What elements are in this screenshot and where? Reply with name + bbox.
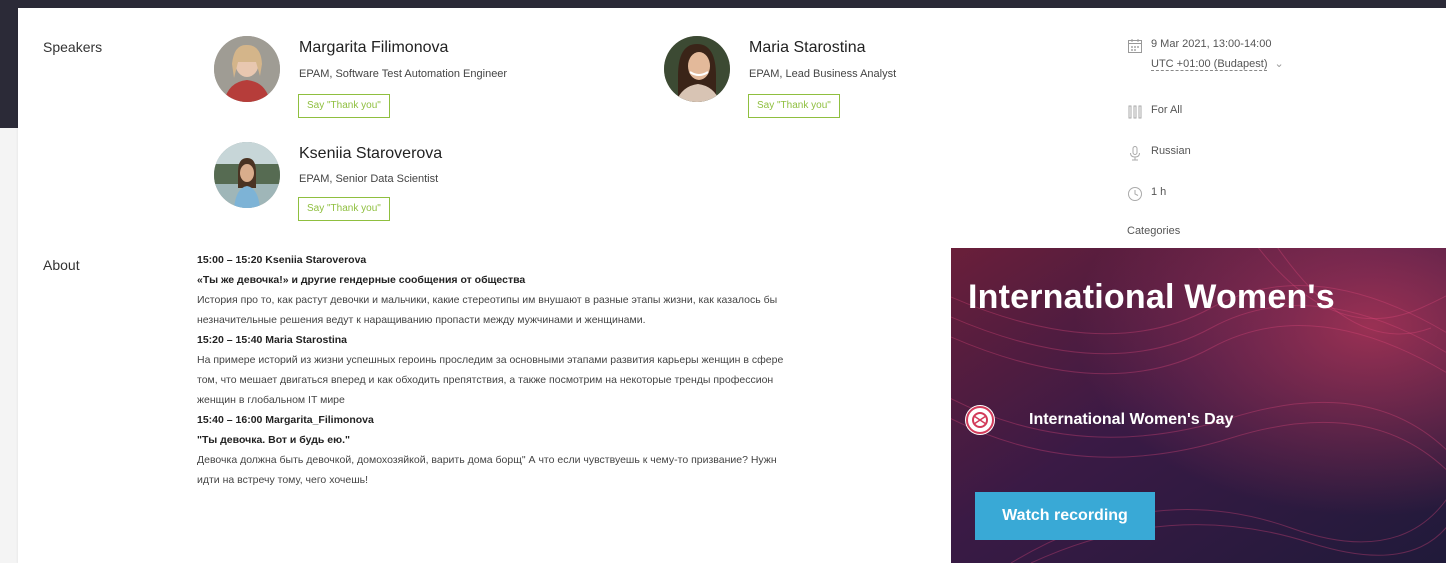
event-duration: 1 h xyxy=(1151,186,1167,198)
talk-description: незначительные решения ведут к наращиван… xyxy=(197,314,646,326)
watch-recording-button[interactable]: Watch recording xyxy=(975,492,1155,540)
speaker-name[interactable]: Maria Starostina xyxy=(749,39,866,57)
talk-description: женщин в глобальном IT мире xyxy=(197,394,345,406)
categories-label: Categories xyxy=(1127,225,1181,237)
say-thank-you-button[interactable]: Say "Thank you" xyxy=(748,94,840,118)
speaker-name[interactable]: Margarita Filimonova xyxy=(299,39,448,57)
talk-description: Девочка должна быть девочкой, домохозяйк… xyxy=(197,454,777,466)
timezone-label[interactable]: UTC +01:00 (Budapest) xyxy=(1151,58,1268,71)
timezone-selector[interactable]: UTC +01:00 (Budapest) ⌄ xyxy=(1151,57,1284,71)
language-row: Russian xyxy=(1127,145,1327,163)
agenda-time-slot: 15:20 – 15:40 Maria Starostina xyxy=(197,334,347,346)
say-thank-you-button[interactable]: Say "Thank you" xyxy=(298,94,390,118)
clock-icon xyxy=(1127,186,1143,205)
duration-row: 1 h xyxy=(1127,186,1327,204)
talk-title: "Ты девочка. Вот и будь ею." xyxy=(197,434,350,446)
level-bars-icon xyxy=(1127,104,1143,123)
event-date: 9 Mar 2021, 13:00-14:00 xyxy=(1151,38,1272,50)
talk-title: «Ты же девочка!» и другие гендерные сооб… xyxy=(197,274,526,286)
talk-description: идти на встречу тому, чего хочешь! xyxy=(197,474,369,486)
microphone-icon xyxy=(1127,145,1143,164)
about-label: About xyxy=(43,257,80,273)
event-language: Russian xyxy=(1151,145,1191,157)
event-video-card[interactable]: International Women's International Wome… xyxy=(951,248,1446,563)
avatar[interactable] xyxy=(664,36,730,102)
say-thank-you-button[interactable]: Say "Thank you" xyxy=(298,197,390,221)
chevron-down-icon[interactable]: ⌄ xyxy=(1275,58,1284,70)
speaker-role: EPAM, Lead Business Analyst xyxy=(749,68,897,80)
speaker-role: EPAM, Senior Data Scientist xyxy=(299,173,439,185)
talk-description: История про то, как растут девочки и мал… xyxy=(197,294,778,306)
promo-title: International Women's xyxy=(968,278,1335,316)
agenda-time-slot: 15:40 – 16:00 Margarita_Filimonova xyxy=(197,414,374,426)
audience-row: For All xyxy=(1127,104,1327,122)
talk-description: На примере историй из жизни успешных гер… xyxy=(197,354,784,366)
avatar[interactable] xyxy=(214,36,280,102)
talk-description: том, что мешает двигаться вперед и как о… xyxy=(197,374,774,386)
about-description: 15:00 – 15:20 Kseniia Staroverova «Ты же… xyxy=(197,250,957,490)
audience-level: For All xyxy=(1151,104,1183,116)
event-date-row: 9 Mar 2021, 13:00-14:00 UTC +01:00 (Buda… xyxy=(1127,38,1347,78)
speakers-label: Speakers xyxy=(43,39,103,55)
calendar-icon xyxy=(1127,38,1143,57)
community-name[interactable]: International Women's Day xyxy=(1029,411,1233,429)
agenda-time-slot: 15:00 – 15:20 Kseniia Staroverova xyxy=(197,254,367,266)
speaker-name[interactable]: Kseniia Staroverova xyxy=(299,145,442,163)
avatar[interactable] xyxy=(214,142,280,208)
speaker-role: EPAM, Software Test Automation Engineer xyxy=(299,68,508,80)
community-logo-icon xyxy=(965,405,995,435)
